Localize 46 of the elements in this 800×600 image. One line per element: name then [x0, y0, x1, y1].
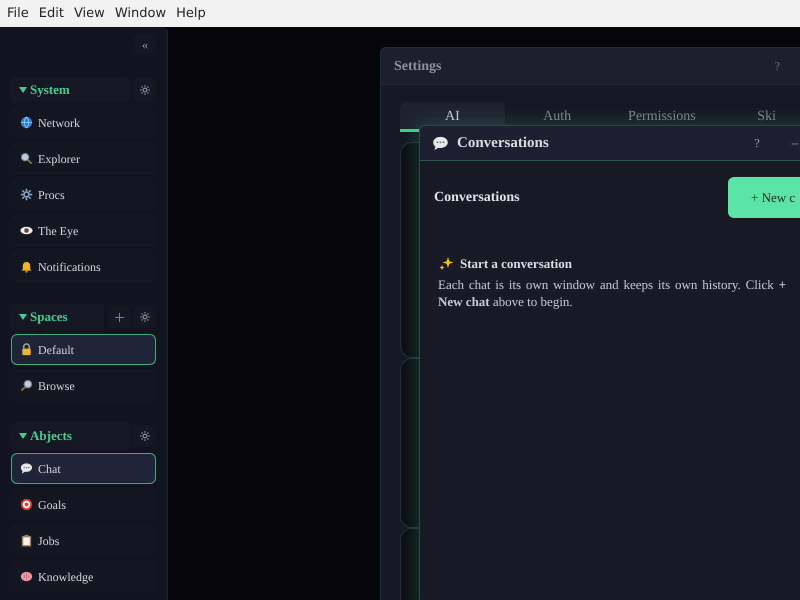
sparkle-icon: [438, 256, 454, 272]
menu-item[interactable]: Edit: [34, 4, 69, 24]
section-header[interactable]: System: [11, 77, 130, 103]
section-header[interactable]: Spaces: [11, 304, 104, 330]
globe-icon: [20, 116, 33, 129]
add-button[interactable]: [108, 306, 130, 328]
plus-icon: [114, 312, 124, 322]
brain-icon: [20, 570, 33, 583]
gear-icon: [139, 430, 151, 442]
menu-item[interactable]: Help: [171, 4, 211, 24]
target-icon: [20, 498, 33, 511]
bell-icon: [20, 260, 33, 273]
settings-button[interactable]: [134, 306, 156, 328]
panel-heading: Conversations: [434, 189, 520, 207]
menu-item[interactable]: Window: [110, 4, 172, 24]
sidebar-item[interactable]: Default: [11, 334, 156, 365]
section-header[interactable]: Abjects: [11, 423, 130, 449]
tab[interactable]: Permissions: [610, 103, 714, 132]
caret-icon: [19, 313, 27, 321]
magnifier-icon: [20, 379, 33, 392]
empty-state-title: Start a conversation: [460, 255, 572, 273]
gear-icon: [139, 84, 151, 96]
caret-icon: [19, 432, 27, 440]
caret-icon: [19, 86, 27, 94]
tab[interactable]: Auth: [504, 103, 610, 132]
gear-icon: [20, 188, 33, 201]
sidebar-item[interactable]: Chat: [11, 453, 156, 484]
speech-bubble-icon: [432, 134, 449, 152]
clipboard-icon: [20, 534, 33, 547]
help-button[interactable]: ?: [750, 134, 764, 152]
menu-item[interactable]: File: [2, 4, 34, 24]
menu-item[interactable]: View: [68, 4, 110, 24]
settings-button[interactable]: [134, 425, 156, 447]
tab[interactable]: Ski: [714, 103, 800, 132]
empty-state-text: Each chat is its own window and keeps its own history. Click + New chat above to begin.: [438, 276, 786, 310]
window-title: Settings: [394, 58, 442, 76]
gear-icon: [139, 311, 151, 323]
magnifier-icon: [20, 152, 33, 165]
eye-icon: [20, 224, 33, 237]
collapse-button[interactable]: «: [134, 35, 156, 55]
window-title: Conversations: [457, 134, 550, 153]
padlock-icon: [20, 343, 33, 356]
new-chat-button[interactable]: + New c: [728, 177, 800, 218]
minimize-button[interactable]: –: [788, 133, 800, 153]
settings-button[interactable]: [134, 79, 156, 101]
speech-bubble-icon: [20, 462, 33, 475]
